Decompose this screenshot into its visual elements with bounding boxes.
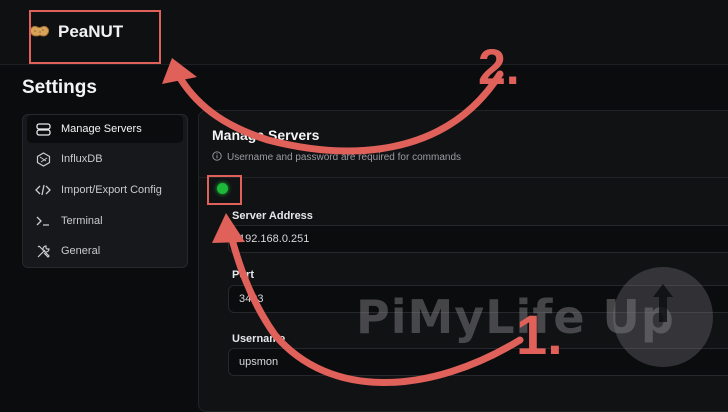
annotation-step-1: 1. [516, 303, 563, 366]
annotation-arrows [162, 58, 524, 386]
annotation-step-2: 2. [478, 39, 520, 95]
